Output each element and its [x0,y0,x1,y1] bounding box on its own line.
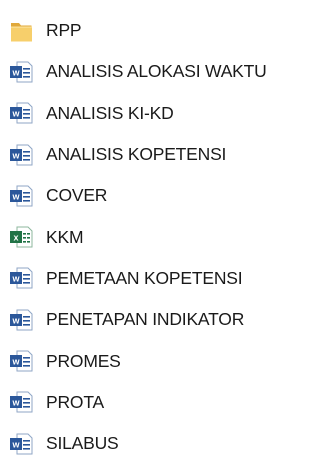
svg-text:w: w [11,357,20,367]
word-document-icon: w [10,102,33,124]
word-document-icon: w [10,61,33,83]
svg-text:w: w [11,398,20,408]
word-document-icon: w [10,144,33,166]
file-name: SILABUS [46,433,119,454]
word-document-icon: w [10,350,33,372]
folder-icon [11,22,32,42]
file-item-prota[interactable]: w PROTA [0,382,333,423]
excel-spreadsheet-icon: x [10,226,33,248]
file-item-silabus[interactable]: w SILABUS [0,423,333,464]
file-item-cover[interactable]: w COVER [0,175,333,216]
file-item-pemetaan-kopetensi[interactable]: w PEMETAAN KOPETENSI [0,258,333,299]
file-name: PENETAPAN INDIKATOR [46,309,245,330]
file-name: KKM [46,226,84,247]
file-item-analisis-alokasi-waktu[interactable]: w ANALISIS ALOKASI WAKTU [0,51,333,92]
svg-text:w: w [11,315,20,325]
svg-text:x: x [13,233,18,243]
file-name: ANALISIS KI-KD [46,102,174,123]
file-item-analisis-kopetensi[interactable]: w ANALISIS KOPETENSI [0,134,333,175]
svg-text:w: w [11,439,20,449]
file-name: PROMES [46,350,121,371]
file-name: ANALISIS ALOKASI WAKTU [46,61,267,82]
file-list: RPP w ANALISIS ALOKASI WAKTU w ANALISIS … [0,0,333,460]
svg-text:w: w [11,109,20,119]
file-name: COVER [46,185,108,206]
file-item-promes[interactable]: w PROMES [0,340,333,381]
word-document-icon: w [10,185,33,207]
word-document-icon: w [10,433,33,455]
file-item-rpp[interactable]: RPP [0,10,333,51]
word-document-icon: w [10,267,33,289]
file-name: PROTA [46,391,104,412]
svg-text:w: w [11,68,20,78]
word-document-icon: w [10,391,33,413]
file-name: PEMETAAN KOPETENSI [46,267,243,288]
file-item-kkm[interactable]: x KKM [0,216,333,257]
svg-text:w: w [11,274,20,284]
word-document-icon: w [10,309,33,331]
file-name: ANALISIS KOPETENSI [46,144,227,165]
svg-text:w: w [11,191,20,201]
file-item-analisis-ki-kd[interactable]: w ANALISIS KI-KD [0,93,333,134]
file-item-penetapan-indikator[interactable]: w PENETAPAN INDIKATOR [0,299,333,340]
file-name: RPP [46,20,82,41]
svg-text:w: w [11,150,20,160]
